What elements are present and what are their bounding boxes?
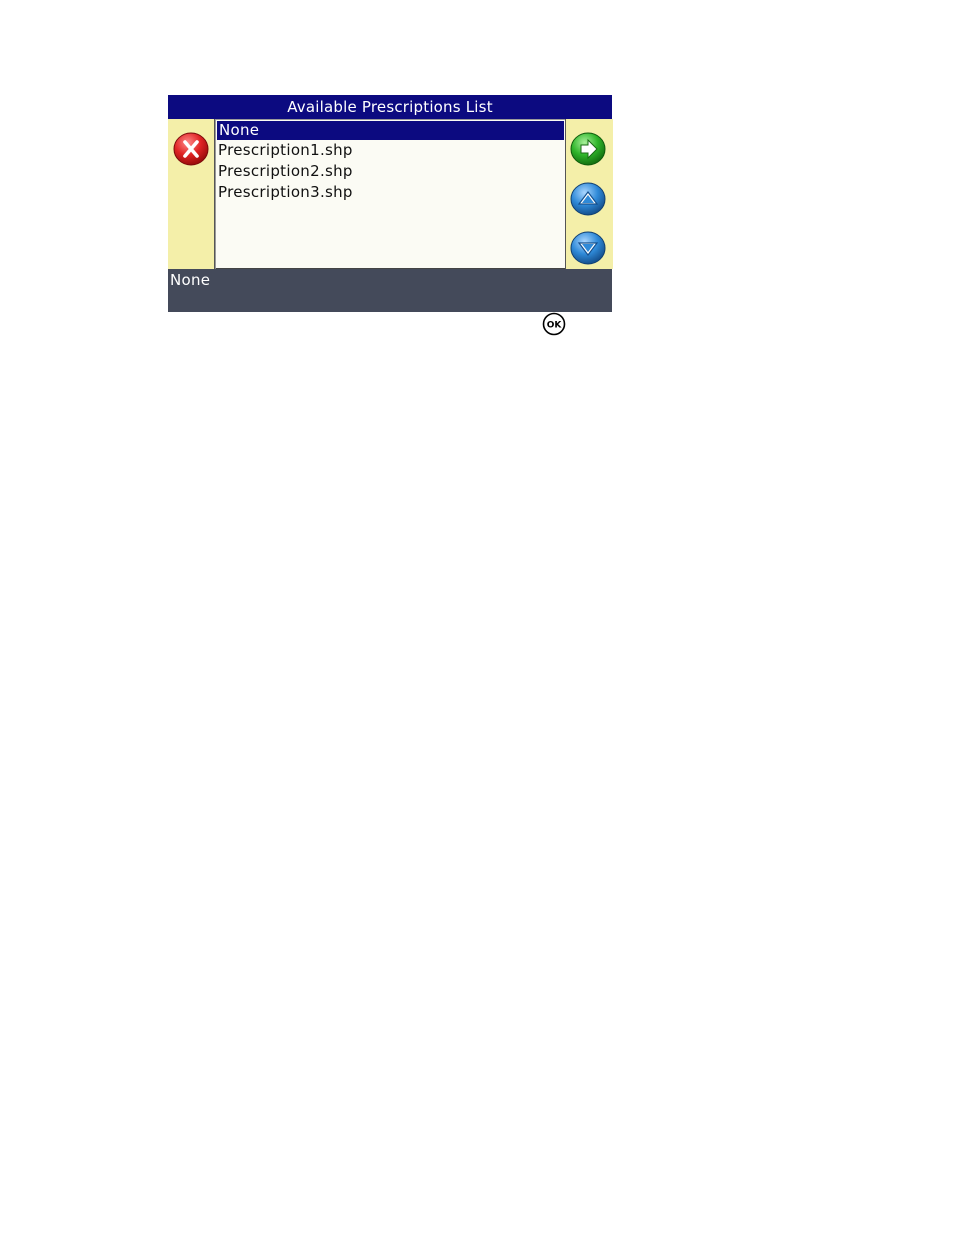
prescriptions-list[interactable]: None Prescription1.shp Prescription2.shp… — [215, 119, 566, 270]
arrow-up-icon — [570, 182, 606, 216]
close-x-icon — [173, 132, 209, 166]
prescriptions-dialog: Available Prescriptions List None Prescr… — [168, 95, 613, 312]
ok-key-icon: OK — [542, 312, 566, 336]
scroll-down-button[interactable] — [570, 231, 606, 265]
selected-status-bar: None — [168, 269, 612, 312]
list-item[interactable]: None — [217, 121, 564, 140]
list-item[interactable]: Prescription2.shp — [216, 161, 565, 182]
arrow-right-icon — [570, 132, 606, 166]
list-item[interactable]: Prescription1.shp — [216, 140, 565, 161]
scroll-up-button[interactable] — [570, 182, 606, 216]
cancel-button[interactable] — [173, 132, 209, 166]
dialog-title: Available Prescriptions List — [168, 95, 612, 119]
ok-key-label: OK — [547, 321, 563, 331]
list-item[interactable]: Prescription3.shp — [216, 182, 565, 203]
arrow-down-icon — [570, 231, 606, 265]
next-button[interactable] — [570, 132, 606, 166]
